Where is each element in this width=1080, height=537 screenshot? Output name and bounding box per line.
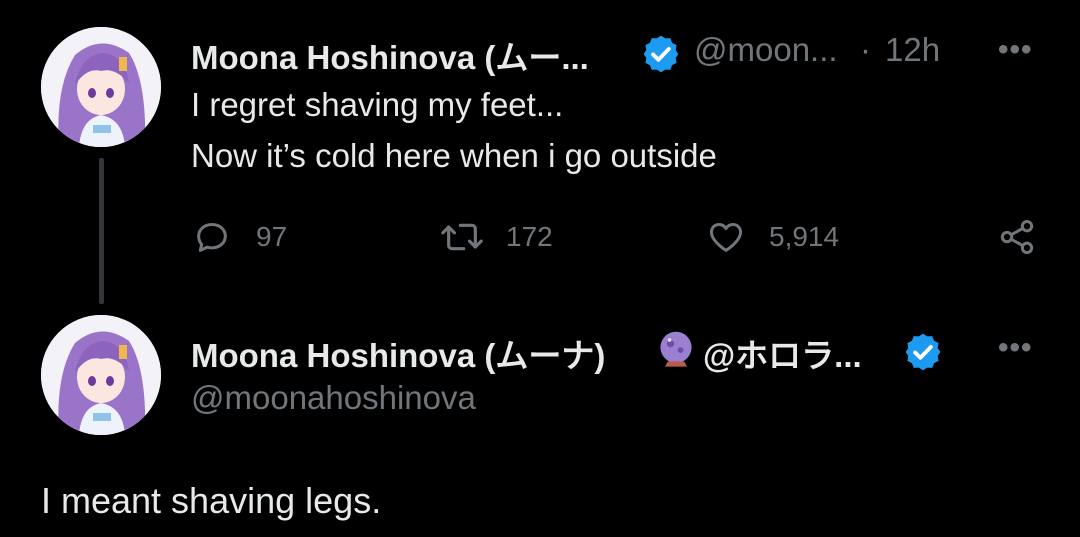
- reply-button[interactable]: 97: [192, 217, 287, 257]
- share-icon[interactable]: [997, 217, 1037, 257]
- reply-count: 97: [256, 221, 288, 252]
- author-name[interactable]: Moona Hoshinova (ムー...: [191, 31, 589, 79]
- thread-connector-line: [99, 158, 104, 304]
- reply-icon: [197, 223, 227, 252]
- more-icon[interactable]: •••: [998, 331, 1033, 365]
- verified-badge-icon: [643, 35, 679, 73]
- like-button[interactable]: 5,914: [705, 217, 839, 257]
- tweet-text: I meant shaving legs.: [41, 480, 382, 521]
- author-name-suffix[interactable]: @ホロラ...: [703, 329, 862, 377]
- retweet-button[interactable]: 172: [438, 217, 553, 257]
- avatar[interactable]: [41, 315, 161, 435]
- more-icon[interactable]: •••: [998, 33, 1033, 67]
- tweet-text-line-2: Now it’s cold here when i go outside: [191, 137, 717, 174]
- tweet-text-line-1: I regret shaving my feet...: [191, 86, 564, 123]
- avatar[interactable]: [41, 27, 161, 147]
- author-handle[interactable]: @moon...: [694, 31, 838, 69]
- like-count: 5,914: [769, 221, 840, 252]
- author-name[interactable]: Moona Hoshinova (ムーナ): [191, 329, 605, 377]
- time-separator: ·: [860, 31, 871, 68]
- retweet-count: 172: [506, 221, 553, 252]
- timestamp[interactable]: 12h: [885, 31, 940, 69]
- author-handle[interactable]: @moonahoshinova: [191, 379, 476, 417]
- retweet-icon: [441, 223, 483, 251]
- crystal-ball-icon: [660, 331, 692, 367]
- verified-badge-icon: [905, 333, 941, 371]
- heart-icon: [709, 223, 743, 252]
